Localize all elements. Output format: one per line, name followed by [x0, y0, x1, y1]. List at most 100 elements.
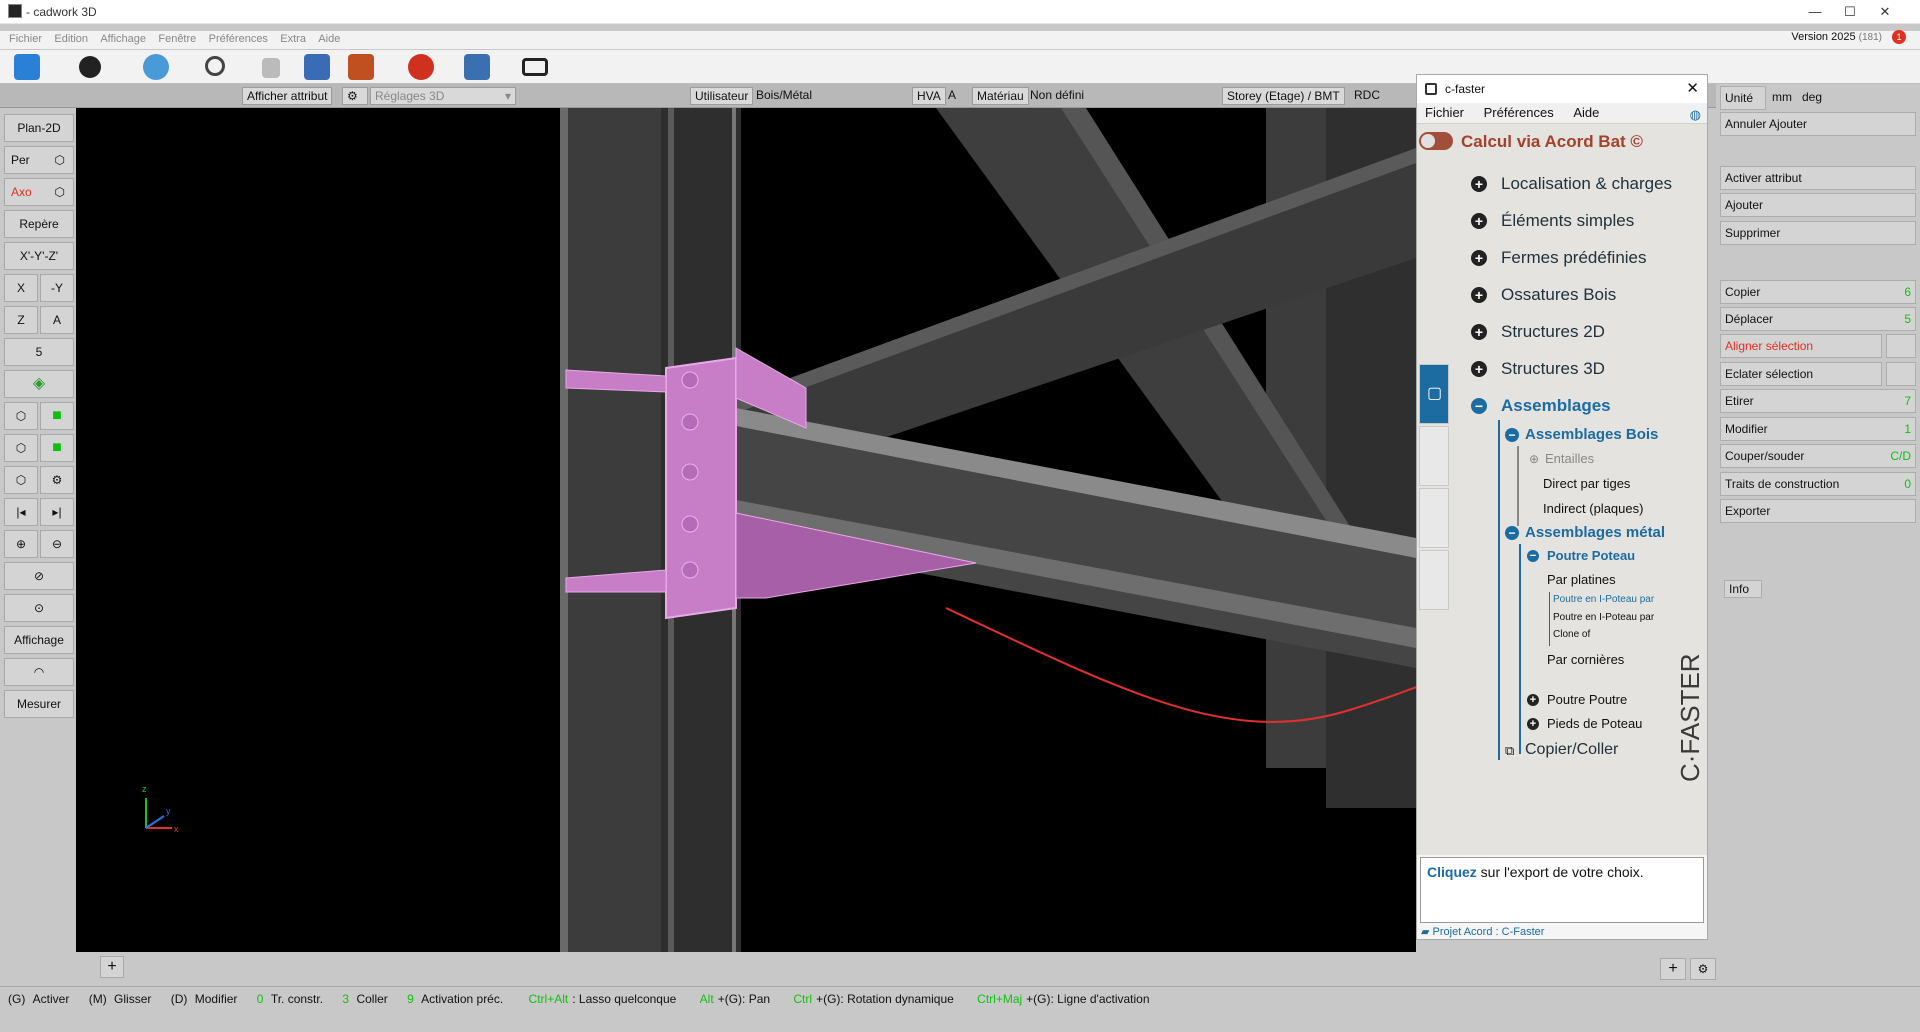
expand-icon[interactable]: +: [1471, 287, 1487, 303]
side-tab-active[interactable]: ▢: [1419, 364, 1449, 424]
info-tab[interactable]: Info: [1724, 580, 1762, 598]
minimize-icon[interactable]: —: [1800, 4, 1830, 20]
wireframe-cube-icon[interactable]: ⬡: [4, 402, 38, 430]
expand-icon[interactable]: +: [1527, 718, 1539, 730]
storey-button[interactable]: Storey (Etage) / BMT: [1222, 87, 1345, 105]
deplacer-button[interactable]: Déplacer 5: [1720, 307, 1916, 331]
direct-tiges-item[interactable]: Direct par tiges: [1543, 476, 1630, 491]
record-icon[interactable]: [79, 56, 101, 78]
axo-button[interactable]: Axo ⬡: [4, 178, 74, 206]
annuler-button[interactable]: Annuler Ajouter: [1720, 112, 1916, 136]
aligner-selection-button[interactable]: Aligner sélection: [1720, 334, 1882, 358]
cfaster-menu-fichier[interactable]: Fichier: [1425, 105, 1464, 120]
copier-button[interactable]: Copier 6: [1720, 280, 1916, 304]
lock-icon[interactable]: [262, 58, 280, 78]
wireframe-cube-icon[interactable]: ⬡: [4, 466, 38, 494]
gear-icon[interactable]: ⚙: [40, 466, 74, 494]
unit-angle[interactable]: deg: [1802, 90, 1822, 104]
category-structures-2d[interactable]: Structures 2D: [1501, 322, 1605, 342]
protractor-icon[interactable]: ◠: [4, 658, 74, 686]
activer-attribut-button[interactable]: Activer attribut: [1720, 166, 1916, 190]
collapse-icon[interactable]: −: [1505, 428, 1519, 442]
menu-extra[interactable]: Extra: [280, 33, 306, 45]
platine-item-3[interactable]: Clone of: [1553, 629, 1590, 640]
cadwork-logo-icon[interactable]: [14, 54, 40, 80]
menu-affichage[interactable]: Affichage: [100, 33, 146, 45]
unit-length[interactable]: mm: [1772, 90, 1792, 104]
pieds-poteau-item[interactable]: Pieds de Poteau: [1547, 716, 1642, 731]
category-localisation[interactable]: Localisation & charges: [1501, 174, 1672, 194]
gear-icon[interactable]: ⚙: [1690, 958, 1716, 980]
category-fermes[interactable]: Fermes prédéfinies: [1501, 248, 1647, 268]
collapse-icon[interactable]: −: [1527, 550, 1539, 562]
category-assemblages[interactable]: Assemblages: [1501, 396, 1611, 416]
cfaster-menu-preferences[interactable]: Préférences: [1484, 105, 1554, 120]
etirer-button[interactable]: Etirer 7: [1720, 389, 1916, 413]
couper-souder-button[interactable]: Couper/souder C/D: [1720, 444, 1916, 468]
menu-aide[interactable]: Aide: [318, 33, 340, 45]
entailles-item[interactable]: Entailles: [1545, 451, 1594, 466]
green-cube-icon[interactable]: ■: [40, 434, 74, 462]
expand-icon[interactable]: +: [1471, 176, 1487, 192]
search-icon[interactable]: [205, 56, 225, 76]
platine-item-2[interactable]: Poutre en I-Poteau par: [1553, 612, 1654, 623]
pdf-icon[interactable]: [408, 54, 434, 80]
copier-coller-item[interactable]: Copier/Coller: [1525, 741, 1618, 759]
close-icon[interactable]: ✕: [1686, 75, 1699, 103]
eclater-selection-button[interactable]: Eclater sélection: [1720, 362, 1882, 386]
affichage-button[interactable]: Affichage: [4, 626, 74, 654]
expand-icon[interactable]: +: [1471, 361, 1487, 377]
menu-edition[interactable]: Edition: [54, 33, 88, 45]
csv-export-icon[interactable]: [304, 54, 330, 80]
expand-icon[interactable]: +: [1527, 694, 1539, 706]
category-elements-simples[interactable]: Éléments simples: [1501, 211, 1634, 231]
globe-icon[interactable]: ◍: [1690, 105, 1701, 125]
rotate-view-icon[interactable]: ◈: [4, 370, 74, 398]
settings3d-select[interactable]: Réglages 3D ▾: [370, 87, 516, 105]
material-button[interactable]: Matériau: [972, 87, 1029, 105]
indirect-plaques-item[interactable]: Indirect (plaques): [1543, 501, 1643, 516]
show-attribute-button[interactable]: Afficher attribut: [242, 87, 333, 105]
exporter-button[interactable]: Exporter: [1720, 499, 1916, 523]
poutre-poutre-item[interactable]: Poutre Poutre: [1547, 692, 1627, 707]
cloud-c-icon[interactable]: [143, 54, 169, 80]
expand-icon[interactable]: +: [1471, 250, 1487, 266]
expand-icon[interactable]: +: [1471, 213, 1487, 229]
3d-viewport[interactable]: z x y: [76, 108, 1416, 952]
gear-icon[interactable]: ⚙: [342, 87, 368, 105]
view-5-button[interactable]: 5: [4, 338, 74, 366]
expand-icon[interactable]: +: [1471, 324, 1487, 340]
modifier-button[interactable]: Modifier 1: [1720, 417, 1916, 441]
collapse-icon[interactable]: −: [1471, 398, 1487, 414]
side-tab[interactable]: [1419, 426, 1449, 486]
align-icon[interactable]: [1886, 334, 1916, 358]
traits-construction-button[interactable]: Traits de construction 0: [1720, 472, 1916, 496]
par-cornieres-item[interactable]: Par cornières: [1547, 652, 1624, 667]
plan2d-button[interactable]: Plan-2D: [4, 114, 74, 142]
unit-button[interactable]: Unité: [1720, 86, 1766, 110]
assemblages-bois[interactable]: Assemblages Bois: [1525, 426, 1658, 443]
poutre-poteau-item[interactable]: Poutre Poteau: [1547, 548, 1635, 563]
zoom-fit-icon[interactable]: ⊘: [4, 562, 74, 590]
ajouter-button[interactable]: Ajouter: [1720, 193, 1916, 217]
add-button[interactable]: +: [1660, 958, 1686, 980]
side-tab[interactable]: [1419, 488, 1449, 548]
zoom-in-icon[interactable]: ⊕: [4, 530, 38, 558]
wireframe-cube-icon[interactable]: ⬡: [4, 434, 38, 462]
perspective-button[interactable]: Per ⬡: [4, 146, 74, 174]
dance-icon[interactable]: [348, 54, 374, 80]
menu-preferences[interactable]: Préférences: [209, 33, 268, 45]
repere-button[interactable]: Repère: [4, 210, 74, 238]
zoom-window-icon[interactable]: ⊙: [4, 594, 74, 622]
acord-toggle[interactable]: [1419, 132, 1453, 150]
notification-badge[interactable]: 1: [1892, 30, 1906, 44]
green-cube-icon[interactable]: ■: [40, 402, 74, 430]
python-icon[interactable]: [464, 54, 490, 80]
assemblages-metal[interactable]: Assemblages métal: [1525, 524, 1665, 541]
zoom-out-icon[interactable]: ⊖: [40, 530, 74, 558]
menu-fichier[interactable]: Fichier: [9, 33, 42, 45]
cfaster-menu-aide[interactable]: Aide: [1573, 105, 1599, 120]
par-platines-item[interactable]: Par platines: [1547, 572, 1616, 587]
light-next-icon[interactable]: ▸|: [40, 498, 74, 526]
mesurer-button[interactable]: Mesurer: [4, 690, 74, 718]
